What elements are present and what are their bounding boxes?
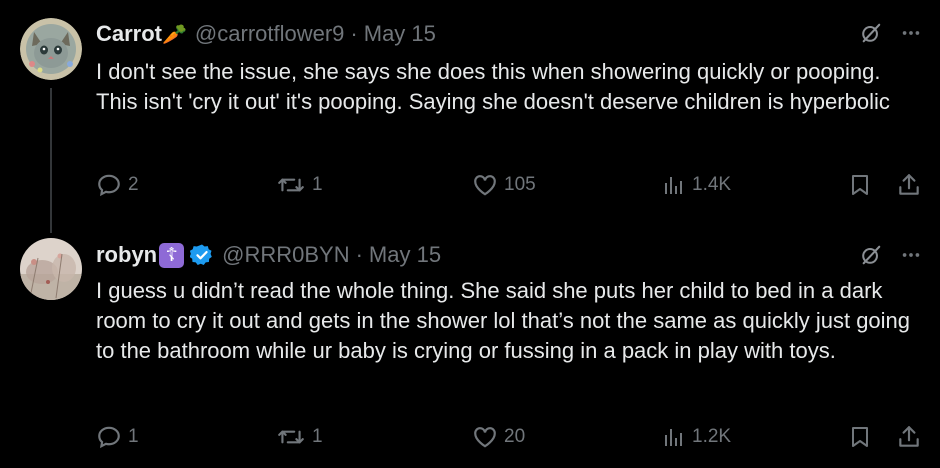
like-button[interactable]: 20: [472, 422, 525, 452]
tweet-date[interactable]: May 15: [369, 242, 441, 268]
reply-count: 1: [128, 426, 139, 447]
tweet-date[interactable]: May 15: [364, 21, 436, 47]
views-count: 1.4K: [692, 174, 732, 195]
like-count: 105: [504, 174, 536, 195]
bookmark-icon: [852, 175, 868, 195]
name-emoji: 🥕: [162, 23, 187, 46]
more-icon[interactable]: [900, 244, 922, 271]
share-button[interactable]: [896, 422, 922, 452]
grok-icon[interactable]: [860, 244, 882, 271]
tweet-text: I guess u didn’t read the whole thing. S…: [96, 278, 911, 363]
bookmark-button[interactable]: [848, 170, 872, 200]
like-icon: [474, 427, 496, 448]
separator-dot: ·: [350, 21, 358, 46]
reply-count: 2: [128, 174, 139, 195]
repost-count: 1: [312, 426, 323, 447]
repost-count: 1: [312, 174, 323, 195]
repost-button[interactable]: 1: [276, 170, 323, 200]
tweet-header: robyn ☦ @RRR0BYN · May 15: [96, 242, 441, 268]
views-button[interactable]: 1.2K: [662, 422, 731, 452]
repost-icon: [278, 178, 304, 192]
like-icon: [474, 175, 496, 196]
like-button[interactable]: 105: [472, 170, 536, 200]
author-handle[interactable]: @carrotflower9: [195, 21, 345, 47]
views-icon: [665, 429, 682, 446]
author-name[interactable]: robyn: [96, 242, 157, 268]
author-handle[interactable]: @RRR0BYN: [222, 242, 349, 268]
share-button[interactable]: [896, 170, 922, 200]
tweet-header: Carrot 🥕 @carrotflower9 · May 15: [96, 21, 436, 47]
avatar-carrot[interactable]: [20, 18, 82, 80]
tweet-top-icons: [860, 22, 922, 49]
reply-icon: [98, 426, 120, 449]
tweet-1[interactable]: Carrot 🥕 @carrotflower9 · May 15 I don't…: [0, 0, 940, 230]
name-emoji-badge: ☦: [159, 242, 185, 268]
reply-button[interactable]: 1: [96, 422, 139, 452]
tweet-2[interactable]: robyn ☦ @RRR0BYN · May 15 I guess u didn…: [0, 230, 940, 468]
grok-icon[interactable]: [860, 22, 882, 49]
bookmark-button[interactable]: [848, 422, 872, 452]
like-count: 20: [504, 426, 526, 447]
reply-button[interactable]: 2: [96, 170, 139, 200]
tweet-top-icons: [860, 244, 922, 271]
views-icon: [665, 177, 682, 194]
author-name[interactable]: Carrot: [96, 21, 162, 47]
tweet-actions: 1 1 20 1.2K: [96, 422, 926, 452]
avatar-robyn[interactable]: [20, 238, 82, 300]
repost-button[interactable]: 1: [276, 422, 323, 452]
more-icon[interactable]: [900, 22, 922, 49]
share-icon: [899, 426, 919, 447]
views-button[interactable]: 1.4K: [662, 170, 731, 200]
reply-icon: [98, 174, 120, 197]
tweet-text: I don't see the issue, she says she does…: [96, 59, 890, 114]
share-icon: [899, 174, 919, 195]
views-count: 1.2K: [692, 426, 732, 447]
repost-icon: [278, 430, 304, 444]
bookmark-icon: [852, 427, 868, 447]
separator-dot: ·: [355, 242, 363, 267]
name-emoji: ☦: [165, 244, 178, 266]
tweet-actions: 2 1 105 1.4K: [96, 170, 926, 200]
verified-icon[interactable]: [190, 243, 214, 267]
